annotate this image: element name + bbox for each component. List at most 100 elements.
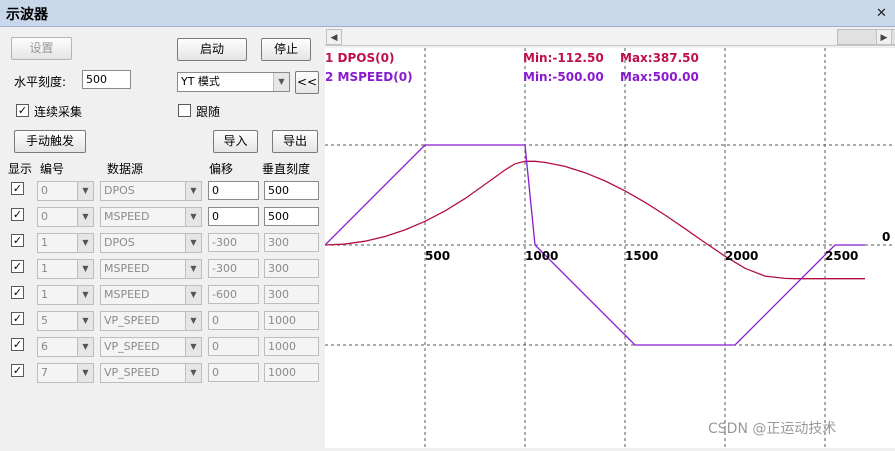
chevron-down-icon: ▼ <box>185 234 201 252</box>
channel-number-select[interactable]: 0 ▼ <box>37 207 94 227</box>
channel-number-value: 1 <box>41 288 48 301</box>
data-source-select[interactable]: VP_SPEED ▼ <box>100 311 202 331</box>
channel-number-value: 0 <box>41 184 48 197</box>
data-source-select[interactable]: VP_SPEED ▼ <box>100 363 202 383</box>
h-scale-label: 水平刻度: <box>14 75 67 89</box>
data-source-select[interactable]: MSPEED ▼ <box>100 259 202 279</box>
show-checkbox[interactable]: ✓ <box>11 312 24 325</box>
scroll-right-icon[interactable]: ▶ <box>876 29 892 45</box>
chevron-down-icon: ▼ <box>185 364 201 382</box>
export-button[interactable]: 导出 <box>272 130 318 153</box>
x-tick-label: 1000 <box>525 249 558 263</box>
close-icon[interactable]: ✕ <box>874 6 889 21</box>
channel-number-value: 1 <box>41 262 48 275</box>
legend-1-label: 1 DPOS(0) <box>325 51 394 65</box>
window-title: 示波器 <box>6 7 48 23</box>
dpos-trace <box>324 160 865 280</box>
show-checkbox[interactable]: ✓ <box>11 338 24 351</box>
y-zero-label: 0 <box>882 230 890 244</box>
legend-2-min: Min:-500.00 <box>523 70 604 84</box>
x-tick-label: 2500 <box>825 249 858 263</box>
offset-input[interactable]: 0 <box>208 207 259 226</box>
title-bar: 示波器 ✕ <box>0 0 895 27</box>
mode-select[interactable]: YT 模式 ▼ <box>177 72 290 92</box>
v-scale-input[interactable]: 300 <box>264 233 319 252</box>
show-checkbox[interactable]: ✓ <box>11 234 24 247</box>
horizontal-scrollbar[interactable]: ◀ ▶ <box>325 28 895 46</box>
chevron-down-icon: ▼ <box>185 260 201 278</box>
channel-number-select[interactable]: 7 ▼ <box>37 363 94 383</box>
show-checkbox[interactable]: ✓ <box>11 286 24 299</box>
settings-button[interactable]: 设置 <box>11 37 72 60</box>
continuous-checkbox[interactable]: ✓ <box>16 104 29 117</box>
offset-input[interactable]: 0 <box>208 363 259 382</box>
channel-number-select[interactable]: 1 ▼ <box>37 285 94 305</box>
channel-number-value: 1 <box>41 236 48 249</box>
offset-input[interactable]: -300 <box>208 233 259 252</box>
show-checkbox[interactable]: ✓ <box>11 364 24 377</box>
chevron-down-icon: ▼ <box>185 182 201 200</box>
offset-input[interactable]: 0 <box>208 311 259 330</box>
data-source-value: MSPEED <box>104 262 150 275</box>
channel-number-select[interactable]: 1 ▼ <box>37 259 94 279</box>
chevron-down-icon: ▼ <box>77 234 93 252</box>
x-tick-label: 2000 <box>725 249 758 263</box>
watermark: CSDN @正运动技术 <box>708 421 836 437</box>
start-button[interactable]: 启动 <box>177 38 247 61</box>
show-checkbox[interactable]: ✓ <box>11 260 24 273</box>
v-scale-input[interactable]: 1000 <box>264 337 319 356</box>
chevron-down-icon: ▼ <box>185 312 201 330</box>
channel-number-select[interactable]: 0 ▼ <box>37 181 94 201</box>
show-checkbox[interactable]: ✓ <box>11 182 24 195</box>
data-source-value: DPOS <box>104 184 135 197</box>
v-scale-input[interactable]: 1000 <box>264 311 319 330</box>
v-scale-input[interactable]: 300 <box>264 285 319 304</box>
import-button[interactable]: 导入 <box>213 130 258 153</box>
header-show: 显示 <box>8 162 33 176</box>
show-checkbox[interactable]: ✓ <box>11 208 24 221</box>
chevron-down-icon: ▼ <box>185 208 201 226</box>
data-source-value: VP_SPEED <box>104 366 160 379</box>
chevron-down-icon: ▼ <box>77 312 93 330</box>
v-scale-input[interactable]: 1000 <box>264 363 319 382</box>
h-scale-input[interactable]: 500 <box>82 70 131 89</box>
chevron-down-icon: ▼ <box>77 182 93 200</box>
data-source-select[interactable]: MSPEED ▼ <box>100 285 202 305</box>
header-source: 数据源 <box>107 162 144 176</box>
offset-input[interactable]: -600 <box>208 285 259 304</box>
data-source-select[interactable]: DPOS ▼ <box>100 233 202 253</box>
channel-number-select[interactable]: 1 ▼ <box>37 233 94 253</box>
v-scale-input[interactable]: 300 <box>264 259 319 278</box>
channel-number-select[interactable]: 6 ▼ <box>37 337 94 357</box>
stop-button[interactable]: 停止 <box>261 38 311 61</box>
manual-trigger-button[interactable]: 手动触发 <box>14 130 86 153</box>
chevron-down-icon: ▼ <box>185 286 201 304</box>
v-scale-input[interactable]: 500 <box>264 181 319 200</box>
offset-input[interactable]: 0 <box>208 337 259 356</box>
chevron-down-icon: ▼ <box>77 208 93 226</box>
channel-number-select[interactable]: 5 ▼ <box>37 311 94 331</box>
chevron-down-icon: ▼ <box>185 338 201 356</box>
data-source-value: DPOS <box>104 236 135 249</box>
v-scale-input[interactable]: 500 <box>264 207 319 226</box>
legend-2-max: Max:500.00 <box>620 70 699 84</box>
continuous-label: 连续采集 <box>34 105 83 119</box>
follow-checkbox[interactable] <box>178 104 191 117</box>
offset-input[interactable]: 0 <box>208 181 259 200</box>
collapse-button[interactable]: << <box>295 71 319 94</box>
channel-number-value: 5 <box>41 314 48 327</box>
legend-1-max: Max:387.50 <box>620 51 699 65</box>
scroll-left-icon[interactable]: ◀ <box>326 29 342 45</box>
data-source-select[interactable]: DPOS ▼ <box>100 181 202 201</box>
chevron-down-icon: ▼ <box>77 364 93 382</box>
header-number: 编号 <box>40 162 65 176</box>
channel-number-value: 0 <box>41 210 48 223</box>
data-source-select[interactable]: MSPEED ▼ <box>100 207 202 227</box>
offset-input[interactable]: -300 <box>208 259 259 278</box>
data-source-value: MSPEED <box>104 210 150 223</box>
chevron-down-icon: ▼ <box>273 73 289 91</box>
chevron-down-icon: ▼ <box>77 338 93 356</box>
data-source-value: MSPEED <box>104 288 150 301</box>
channel-number-value: 7 <box>41 366 48 379</box>
data-source-select[interactable]: VP_SPEED ▼ <box>100 337 202 357</box>
